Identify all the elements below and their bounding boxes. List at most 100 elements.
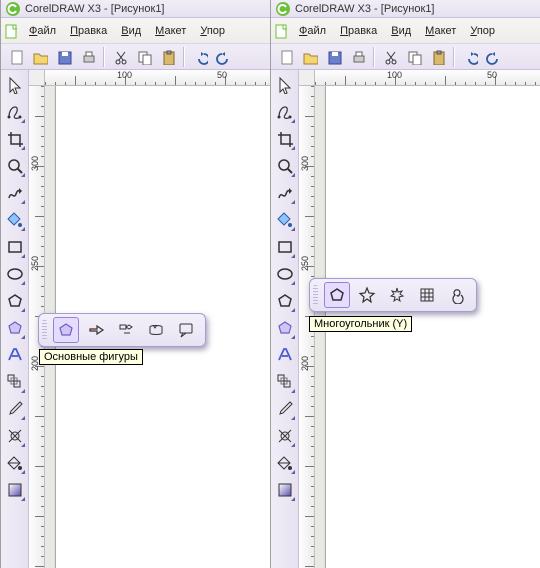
ruler-corner[interactable] bbox=[299, 70, 315, 86]
titlebar[interactable]: CorelDRAW X3 - [Рисунок1] bbox=[271, 0, 540, 18]
menu-view[interactable]: Вид bbox=[115, 23, 147, 39]
flyout-indicator-icon bbox=[291, 146, 295, 150]
polygon-flyout bbox=[309, 278, 477, 312]
flyout-indicator-icon bbox=[21, 227, 25, 231]
copy-button[interactable] bbox=[133, 46, 155, 68]
flyout-indicator-icon bbox=[21, 335, 25, 339]
print-button[interactable] bbox=[347, 46, 369, 68]
flowchart-shapes-button[interactable] bbox=[113, 317, 139, 343]
rectangle-tool[interactable] bbox=[3, 234, 27, 260]
menu-edit[interactable]: Правка bbox=[334, 23, 383, 39]
basic-shapes-button[interactable] bbox=[53, 317, 79, 343]
document-icon[interactable] bbox=[273, 23, 289, 39]
flyout-indicator-icon bbox=[21, 281, 25, 285]
ellipse-tool[interactable] bbox=[273, 261, 297, 287]
menubar: Файл Правка Вид Макет Упор bbox=[1, 18, 270, 44]
ruler-label: 200 bbox=[300, 356, 310, 371]
fill-tool[interactable] bbox=[3, 450, 27, 476]
menu-layout[interactable]: Макет bbox=[419, 23, 462, 39]
menu-arrange[interactable]: Упор bbox=[194, 23, 231, 39]
pick-tool bbox=[276, 76, 294, 94]
basic-shapes-tool[interactable] bbox=[3, 315, 27, 341]
app-icon bbox=[275, 1, 291, 17]
rectangle-tool[interactable] bbox=[273, 234, 297, 260]
text-tool[interactable] bbox=[3, 342, 27, 368]
save-button[interactable] bbox=[53, 46, 75, 68]
undo-button[interactable] bbox=[459, 46, 481, 68]
flyout-indicator-icon bbox=[21, 470, 25, 474]
arrow-shapes-button[interactable] bbox=[83, 317, 109, 343]
basic-shapes-tool[interactable] bbox=[273, 315, 297, 341]
save-button[interactable] bbox=[323, 46, 345, 68]
open-doc-button[interactable] bbox=[299, 46, 321, 68]
text-tool[interactable] bbox=[273, 342, 297, 368]
polygon-tool[interactable] bbox=[273, 288, 297, 314]
interactive-blend-tool[interactable] bbox=[273, 369, 297, 395]
horizontal-ruler[interactable]: 10050 bbox=[45, 70, 270, 86]
redo-button[interactable] bbox=[483, 46, 505, 68]
menu-file[interactable]: Файл bbox=[293, 23, 332, 39]
undo-button[interactable] bbox=[189, 46, 211, 68]
flyout-indicator-icon bbox=[291, 281, 295, 285]
smart-fill-tool[interactable] bbox=[3, 207, 27, 233]
paste-button[interactable] bbox=[427, 46, 449, 68]
new-doc-button[interactable] bbox=[5, 46, 27, 68]
cut-button[interactable] bbox=[109, 46, 131, 68]
crop-tool[interactable] bbox=[3, 126, 27, 152]
menu-layout[interactable]: Макет bbox=[149, 23, 192, 39]
interactive-fill-tool[interactable] bbox=[273, 477, 297, 503]
copy-button[interactable] bbox=[403, 46, 425, 68]
outline-tool[interactable] bbox=[273, 423, 297, 449]
flyout-indicator-icon bbox=[291, 416, 295, 420]
spiral-button[interactable] bbox=[444, 282, 470, 308]
flyout-indicator-icon bbox=[21, 443, 25, 447]
banner-shapes-button[interactable] bbox=[143, 317, 169, 343]
zoom-tool[interactable] bbox=[273, 153, 297, 179]
shape-tool[interactable] bbox=[3, 99, 27, 125]
shape-tool[interactable] bbox=[273, 99, 297, 125]
menu-edit[interactable]: Правка bbox=[64, 23, 113, 39]
ellipse-tool[interactable] bbox=[3, 261, 27, 287]
star-button[interactable] bbox=[354, 282, 380, 308]
complex-star-button[interactable] bbox=[384, 282, 410, 308]
polygon-icon bbox=[328, 286, 346, 304]
document-icon[interactable] bbox=[3, 23, 19, 39]
interactive-blend-tool[interactable] bbox=[3, 369, 27, 395]
crop-tool[interactable] bbox=[273, 126, 297, 152]
freehand-tool[interactable] bbox=[3, 180, 27, 206]
menu-view[interactable]: Вид bbox=[385, 23, 417, 39]
open-doc-button[interactable] bbox=[29, 46, 51, 68]
redo-button[interactable] bbox=[213, 46, 235, 68]
flyout-indicator-icon bbox=[291, 254, 295, 258]
interactive-fill-tool[interactable] bbox=[3, 477, 27, 503]
pick-tool[interactable] bbox=[273, 72, 297, 98]
ruler-corner[interactable] bbox=[29, 70, 45, 86]
flyout-indicator-icon bbox=[291, 173, 295, 177]
polygon-tool[interactable] bbox=[3, 288, 27, 314]
callout-shapes-button[interactable] bbox=[173, 317, 199, 343]
pick-tool[interactable] bbox=[3, 72, 27, 98]
complex-star-icon bbox=[388, 286, 406, 304]
menu-arrange[interactable]: Упор bbox=[464, 23, 501, 39]
zoom-tool[interactable] bbox=[3, 153, 27, 179]
flyout-indicator-icon bbox=[21, 146, 25, 150]
flyout-indicator-icon bbox=[291, 443, 295, 447]
print-button[interactable] bbox=[77, 46, 99, 68]
horizontal-ruler[interactable]: 10050 bbox=[315, 70, 540, 86]
cut-button[interactable] bbox=[379, 46, 401, 68]
fill-tool[interactable] bbox=[273, 450, 297, 476]
menu-file[interactable]: Файл bbox=[23, 23, 62, 39]
tooltip: Основные фигуры bbox=[39, 349, 143, 365]
graph-paper-button[interactable] bbox=[414, 282, 440, 308]
polygon-button[interactable] bbox=[324, 282, 350, 308]
new-doc-button[interactable] bbox=[275, 46, 297, 68]
eyedropper-tool[interactable] bbox=[273, 396, 297, 422]
flyout-indicator-icon bbox=[21, 200, 25, 204]
left-coreldraw-window: CorelDRAW X3 - [Рисунок1] Файл Правка Ви… bbox=[0, 0, 270, 568]
paste-button[interactable] bbox=[157, 46, 179, 68]
outline-tool[interactable] bbox=[3, 423, 27, 449]
freehand-tool[interactable] bbox=[273, 180, 297, 206]
smart-fill-tool[interactable] bbox=[273, 207, 297, 233]
eyedropper-tool[interactable] bbox=[3, 396, 27, 422]
titlebar[interactable]: CorelDRAW X3 - [Рисунок1] bbox=[1, 0, 270, 18]
